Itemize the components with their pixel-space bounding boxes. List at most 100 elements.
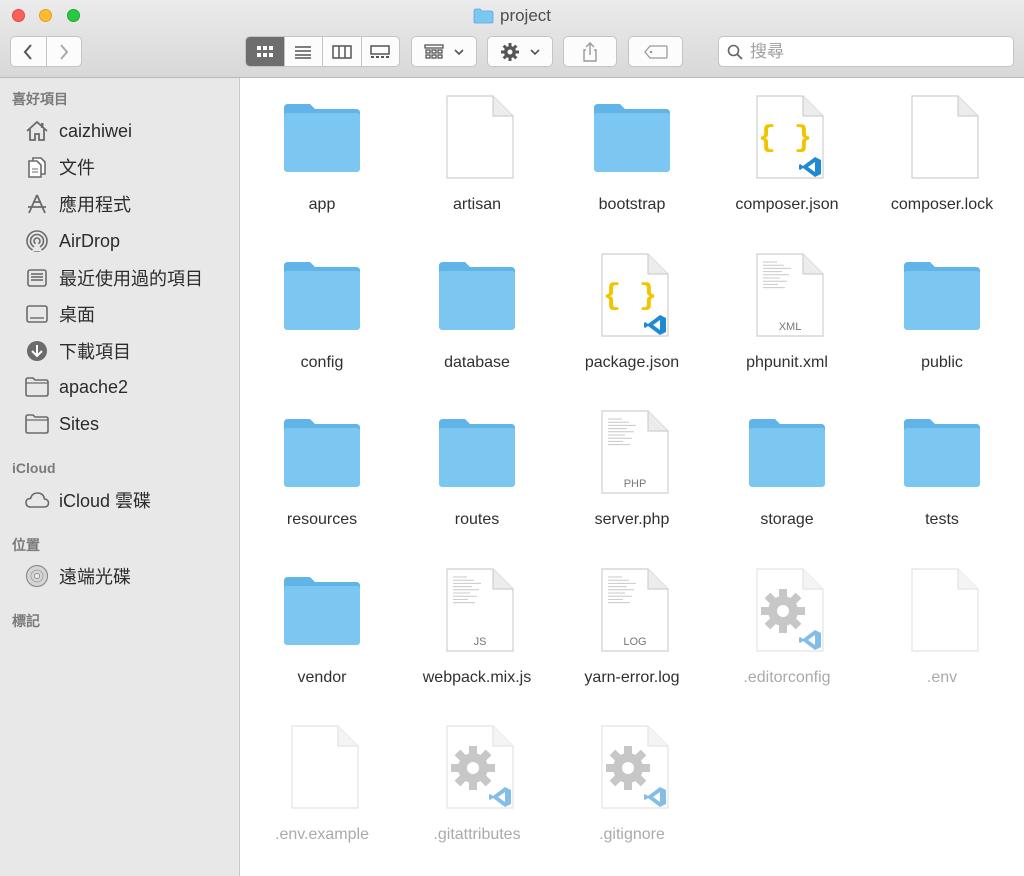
svg-text:{ }: { } bbox=[758, 122, 812, 156]
home-icon bbox=[24, 118, 50, 144]
document-icon bbox=[24, 154, 50, 180]
file-item[interactable]: composer.lock bbox=[867, 84, 1017, 234]
share-button[interactable] bbox=[563, 36, 617, 67]
finder-window: project 搜尋 喜好項目 caizhiwei 文件 應用程式 AirDro… bbox=[0, 0, 1024, 876]
tag-button[interactable] bbox=[628, 36, 683, 67]
config-file-icon bbox=[592, 724, 672, 810]
sidebar-item-label: Sites bbox=[59, 413, 100, 434]
tags-header: 標記 bbox=[12, 613, 40, 629]
favorites-header: 喜好項目 bbox=[12, 91, 68, 107]
window-title-bar: project bbox=[0, 6, 1024, 29]
config-file-icon bbox=[437, 724, 517, 810]
file-item[interactable]: .env bbox=[867, 557, 1017, 707]
folder-item[interactable]: storage bbox=[712, 399, 862, 549]
column-view-button[interactable] bbox=[323, 37, 362, 66]
folder-item[interactable]: resources bbox=[247, 399, 397, 549]
folder-icon bbox=[282, 567, 362, 653]
gallery-view-button[interactable] bbox=[362, 37, 400, 66]
file-name-label: artisan bbox=[452, 196, 502, 213]
gallery-icon bbox=[370, 44, 390, 58]
config-file-icon bbox=[747, 567, 827, 653]
sidebar-item-label: 桌面 bbox=[59, 305, 95, 325]
file-item[interactable]: { } package.json bbox=[557, 242, 707, 392]
file-name-label: app bbox=[308, 196, 336, 213]
folder-icon bbox=[473, 8, 494, 29]
svg-text:XML: XML bbox=[779, 321, 802, 333]
sidebar-item-label: AirDrop bbox=[59, 230, 121, 251]
desktop-icon bbox=[24, 301, 50, 327]
sidebar-item-apache2[interactable]: apache2 bbox=[24, 373, 128, 401]
columns-icon bbox=[332, 44, 352, 59]
json-file-icon: { } bbox=[592, 252, 672, 338]
file-item[interactable]: LOG yarn-error.log bbox=[557, 557, 707, 707]
file-name-label: server.php bbox=[594, 511, 670, 528]
file-item[interactable]: XML phpunit.xml bbox=[712, 242, 862, 392]
list-icon bbox=[295, 45, 312, 59]
applications-icon bbox=[24, 191, 50, 217]
folder-icon bbox=[24, 411, 50, 437]
folder-item[interactable]: vendor bbox=[247, 557, 397, 707]
file-name-label: storage bbox=[760, 511, 814, 528]
file-name-label: database bbox=[444, 353, 510, 371]
sidebar-item-applications[interactable]: 應用程式 bbox=[24, 190, 131, 218]
window-title: project bbox=[499, 6, 552, 25]
gear-icon bbox=[501, 42, 519, 61]
file-name-label: routes bbox=[454, 511, 500, 528]
folder-item[interactable]: bootstrap bbox=[557, 84, 707, 234]
search-icon bbox=[727, 44, 743, 60]
group-icon bbox=[424, 43, 444, 59]
file-grid: app artisan bootstrap { } composer.json compo… bbox=[241, 78, 1024, 876]
group-by-button[interactable] bbox=[411, 36, 477, 67]
chevron-left-icon bbox=[23, 43, 33, 60]
action-menu-button[interactable] bbox=[487, 36, 553, 67]
file-item[interactable]: { } composer.json bbox=[712, 84, 862, 234]
file-item[interactable]: JS webpack.mix.js bbox=[402, 557, 552, 707]
chevron-right-icon bbox=[59, 43, 69, 60]
icon-view-button[interactable] bbox=[246, 37, 285, 66]
file-name-label: .gitattributes bbox=[433, 826, 521, 843]
folder-icon bbox=[282, 94, 362, 180]
sidebar-item-home[interactable]: caizhiwei bbox=[24, 117, 132, 145]
sidebar-item-documents[interactable]: 文件 bbox=[24, 153, 95, 181]
sidebar-item-downloads[interactable]: 下載項目 bbox=[24, 337, 131, 365]
folder-item[interactable]: config bbox=[247, 242, 397, 392]
sidebar-item-label: apache2 bbox=[59, 376, 129, 397]
sidebar-item-label: 文件 bbox=[59, 158, 95, 178]
folder-item[interactable]: tests bbox=[867, 399, 1017, 549]
svg-text:PHP: PHP bbox=[624, 478, 647, 490]
sidebar-item-recents[interactable]: 最近使用過的項目 bbox=[24, 264, 203, 292]
folder-icon bbox=[282, 252, 362, 338]
forward-button[interactable] bbox=[47, 37, 82, 66]
sidebar-item-desktop[interactable]: 桌面 bbox=[24, 300, 95, 328]
folder-item[interactable]: database bbox=[402, 242, 552, 392]
back-button[interactable] bbox=[11, 37, 47, 66]
search-input[interactable] bbox=[748, 40, 1002, 63]
sidebar-item-icloud-drive[interactable]: iCloud 雲碟 bbox=[24, 486, 151, 514]
folder-item[interactable]: routes bbox=[402, 399, 552, 549]
file-item[interactable]: PHP server.php bbox=[557, 399, 707, 549]
search-field[interactable] bbox=[718, 36, 1014, 67]
sidebar-item-remote-disc[interactable]: 遠端光碟 bbox=[24, 562, 131, 590]
file-item[interactable]: artisan bbox=[402, 84, 552, 234]
list-view-button[interactable] bbox=[285, 37, 323, 66]
navigation-buttons bbox=[10, 36, 82, 67]
file-name-label: composer.json bbox=[735, 196, 839, 213]
file-name-label: .env.example bbox=[275, 826, 369, 843]
folder-item[interactable]: public bbox=[867, 242, 1017, 392]
file-name-label: composer.lock bbox=[890, 196, 994, 213]
file-item[interactable]: .editorconfig bbox=[712, 557, 862, 707]
downloads-icon bbox=[24, 338, 50, 364]
file-item[interactable]: .gitattributes bbox=[402, 714, 552, 864]
file-name-label: .env bbox=[926, 668, 958, 686]
sidebar-item-airdrop[interactable]: AirDrop bbox=[24, 227, 120, 255]
folder-item[interactable]: app bbox=[247, 84, 397, 234]
file-name-label: vendor bbox=[297, 668, 347, 686]
file-item[interactable]: .env.example bbox=[247, 714, 397, 864]
file-name-label: webpack.mix.js bbox=[422, 668, 532, 686]
svg-text:LOG: LOG bbox=[623, 636, 646, 648]
file-item[interactable]: .gitignore bbox=[557, 714, 707, 864]
sidebar-item-sites[interactable]: Sites bbox=[24, 410, 99, 438]
sidebar-item-label: 遠端光碟 bbox=[59, 567, 131, 587]
chevron-down-icon bbox=[530, 48, 540, 55]
airdrop-icon bbox=[24, 228, 50, 254]
